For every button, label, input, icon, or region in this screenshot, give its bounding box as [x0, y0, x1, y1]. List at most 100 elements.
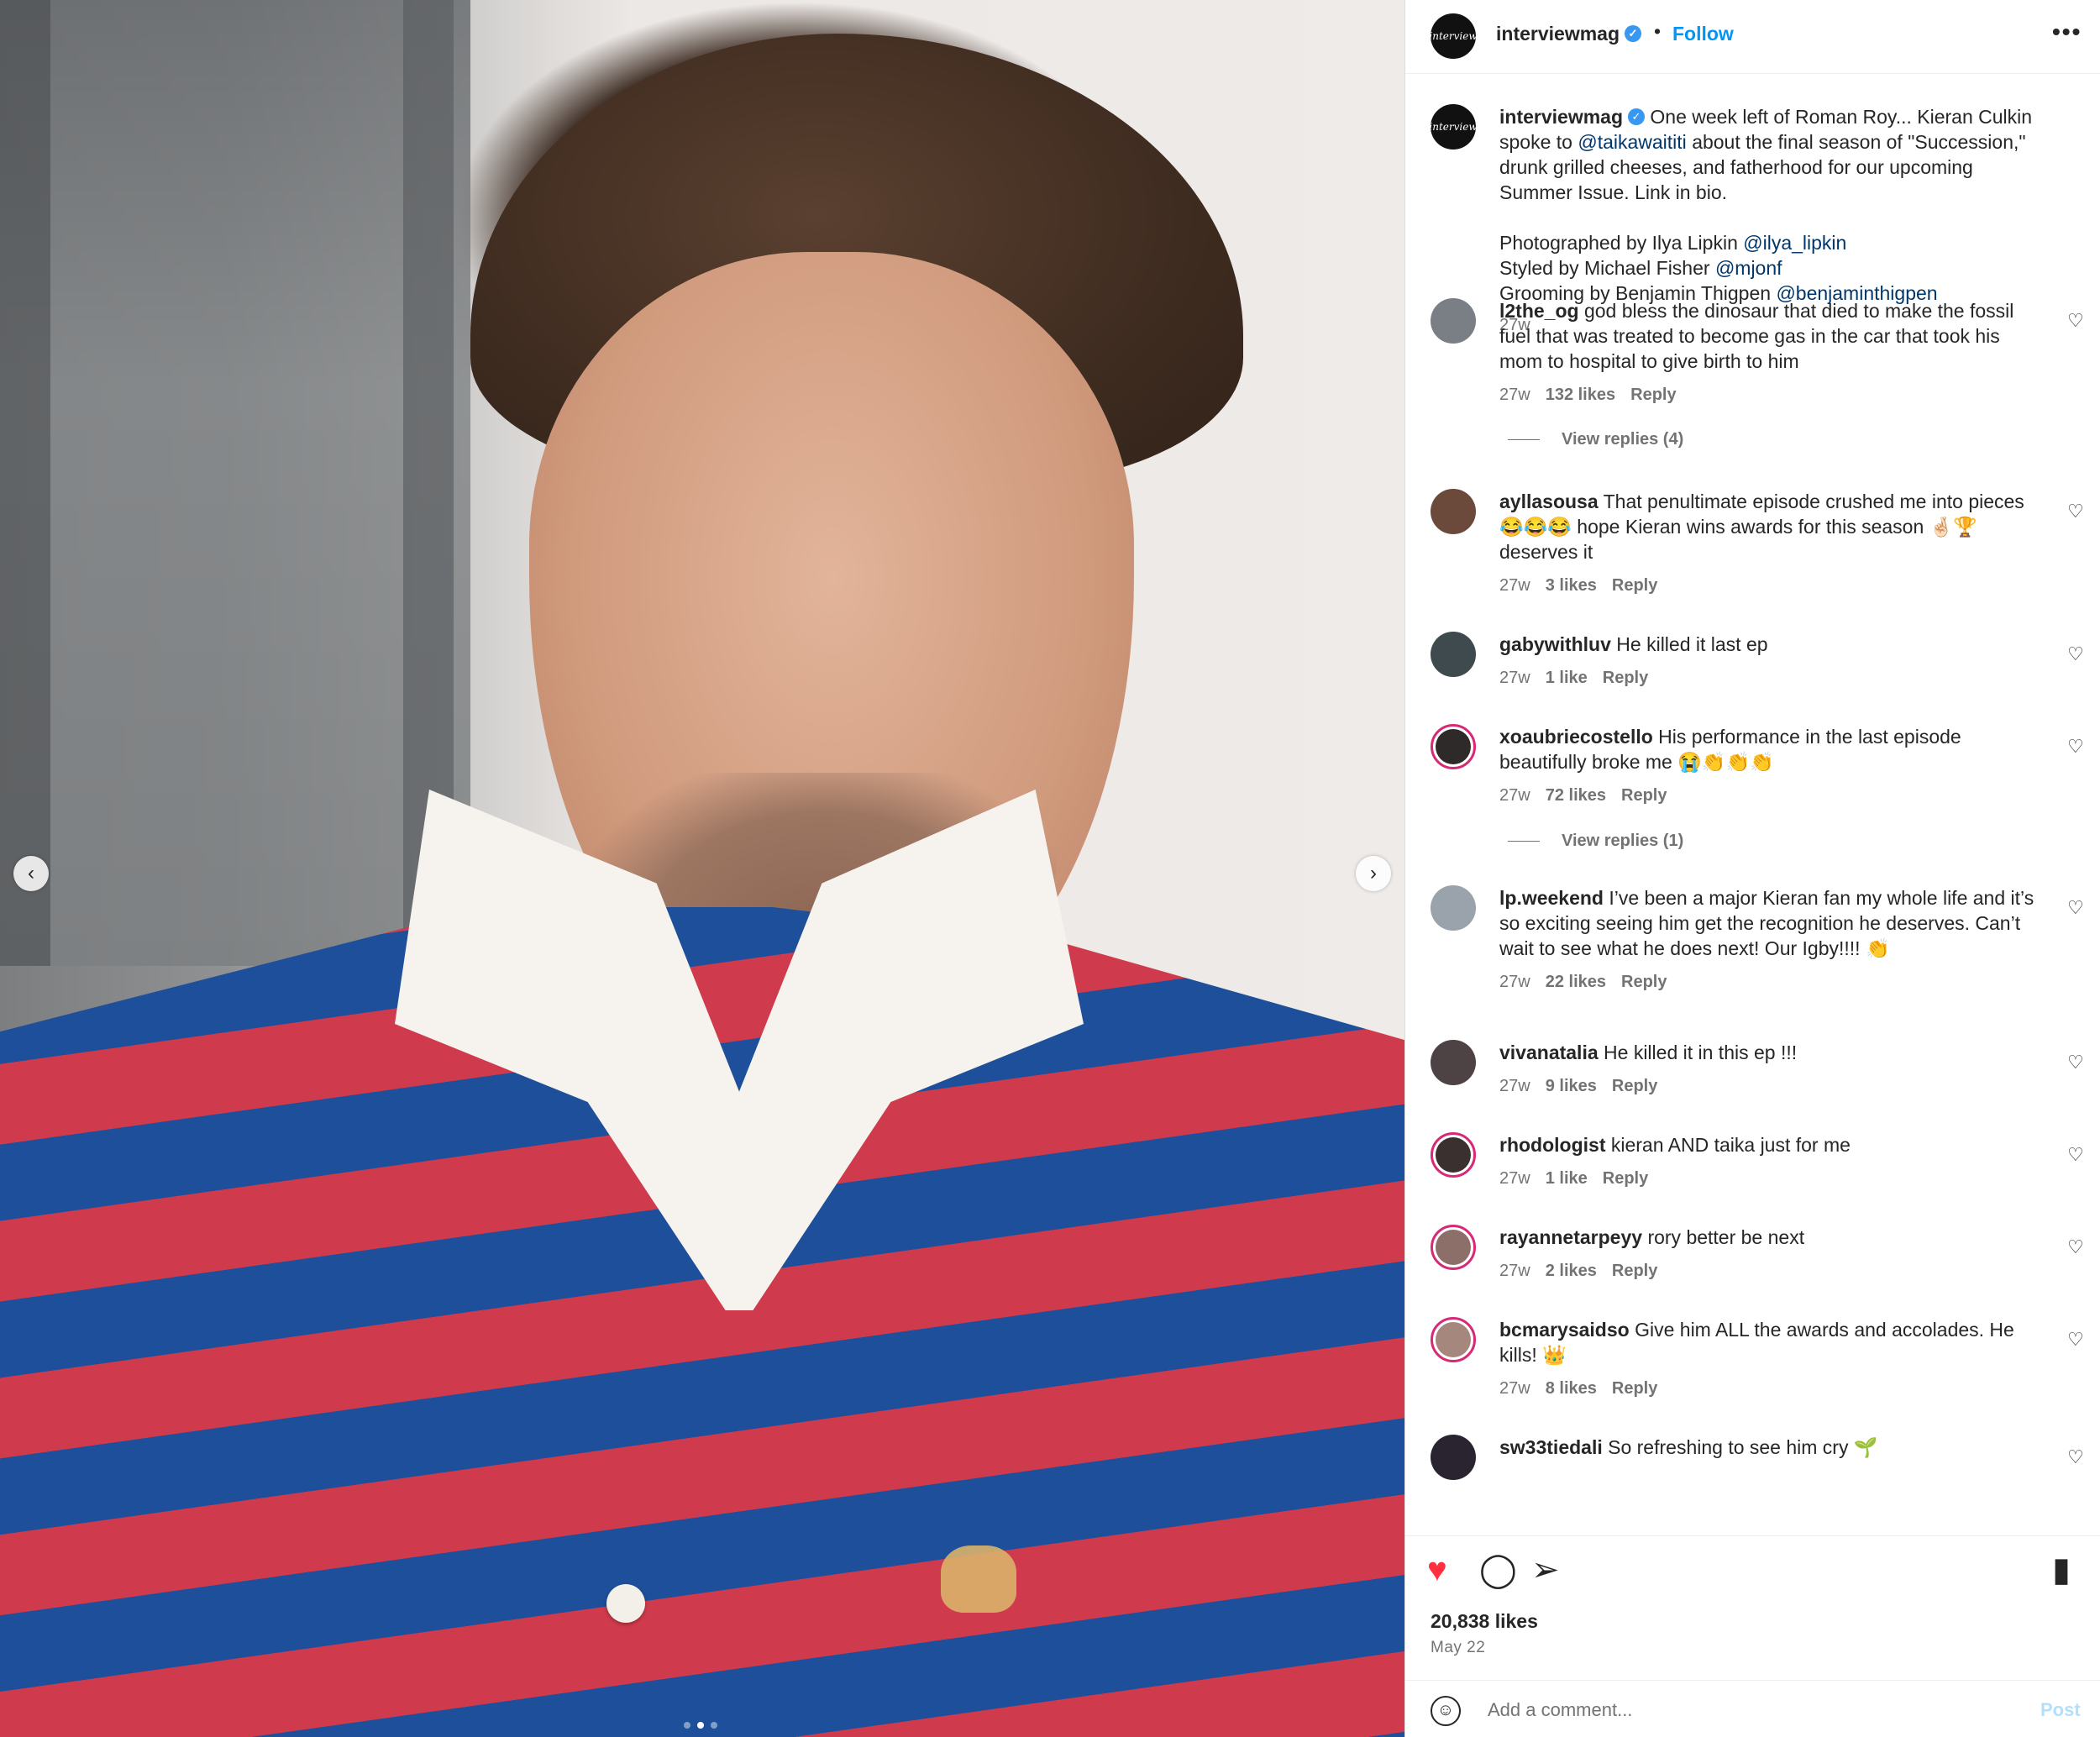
- comment-username[interactable]: lp.weekend: [1499, 887, 1604, 909]
- comment-like-count[interactable]: 132 likes: [1546, 386, 1615, 404]
- view-replies-button[interactable]: View replies (4): [1508, 430, 1683, 449]
- photo-shirt-logo: [941, 1545, 1016, 1613]
- share-send-icon[interactable]: ➢: [1531, 1553, 1560, 1587]
- comment-input[interactable]: [1486, 1694, 1960, 1726]
- comment-like-heart-icon[interactable]: ♡: [2067, 310, 2084, 332]
- comment-like-count[interactable]: 1 like: [1546, 1169, 1588, 1188]
- caption-avatar[interactable]: interview: [1431, 104, 1476, 150]
- reply-button[interactable]: Reply: [1630, 386, 1676, 404]
- comment-like-count[interactable]: 2 likes: [1546, 1262, 1597, 1280]
- reply-button[interactable]: Reply: [1621, 973, 1667, 991]
- credit-text: Photographed by Ilya Lipkin: [1499, 232, 1738, 254]
- view-replies-label: View replies (4): [1562, 430, 1684, 449]
- comment-username[interactable]: rhodologist: [1499, 1134, 1605, 1156]
- carousel-dot[interactable]: [697, 1722, 704, 1729]
- view-replies-button[interactable]: View replies (1): [1508, 832, 1683, 851]
- more-options-icon[interactable]: •••: [2052, 18, 2082, 45]
- comment-like-count[interactable]: 1 like: [1546, 669, 1588, 687]
- comment-like-heart-icon[interactable]: ♡: [2067, 501, 2084, 522]
- carousel-next-button[interactable]: ›: [1356, 856, 1391, 891]
- post-comment-button[interactable]: Post: [2040, 1699, 2081, 1721]
- commenter-avatar[interactable]: [1431, 489, 1476, 534]
- comment-body: vivanatalia He killed it in this ep !!! 2…: [1499, 1040, 2037, 1097]
- comment-time: 27w: [1499, 973, 1530, 991]
- credit-text: Styled by Michael Fisher: [1499, 257, 1710, 279]
- caption-username[interactable]: interviewmag: [1499, 106, 1623, 128]
- comment-like-heart-icon[interactable]: ♡: [2067, 1329, 2084, 1351]
- comment-like-heart-icon[interactable]: ♡: [2067, 1236, 2084, 1258]
- author-avatar[interactable]: interview: [1431, 13, 1476, 59]
- comment-like-count[interactable]: 72 likes: [1546, 786, 1606, 805]
- comment-like-heart-icon[interactable]: ♡: [2067, 1144, 2084, 1166]
- comment-body: ayllasousa That penultimate episode crus…: [1499, 489, 2037, 596]
- commenter-avatar[interactable]: [1431, 298, 1476, 344]
- comment-body: bcmarysaidso Give him ALL the awards and…: [1499, 1317, 2037, 1399]
- comment-username[interactable]: rayannetarpeyy: [1499, 1226, 1642, 1248]
- comment-time: 27w: [1499, 576, 1530, 595]
- comment-like-heart-icon[interactable]: ♡: [2067, 643, 2084, 665]
- post-photo[interactable]: ‹ ›: [0, 0, 1404, 1737]
- comment-like-heart-icon[interactable]: ♡: [2067, 1052, 2084, 1073]
- commenter-avatar[interactable]: [1431, 1132, 1476, 1178]
- reply-button[interactable]: Reply: [1612, 1379, 1657, 1398]
- comment-username[interactable]: ayllasousa: [1499, 491, 1599, 512]
- comment-meta: 27w 2 likes Reply: [1499, 1260, 2037, 1282]
- comment-like-count[interactable]: 3 likes: [1546, 576, 1597, 595]
- comments-scroll-area[interactable]: interview interviewmag ✓ One week left of…: [1405, 74, 2100, 1535]
- reply-button[interactable]: Reply: [1621, 786, 1667, 805]
- comment-like-heart-icon[interactable]: ♡: [2067, 897, 2084, 919]
- add-comment-bar: ☺ Post: [1405, 1680, 2100, 1737]
- comment-username[interactable]: bcmarysaidso: [1499, 1319, 1630, 1341]
- comment-meta: 27w 9 likes Reply: [1499, 1075, 2037, 1097]
- post-side-panel: interview interviewmag ✓ • Follow ••• int…: [1404, 0, 2100, 1737]
- mention-link[interactable]: @taikawaititi: [1578, 131, 1686, 153]
- comment-time: 27w: [1499, 1379, 1530, 1398]
- comment-like-count[interactable]: 22 likes: [1546, 973, 1606, 991]
- carousel-prev-button[interactable]: ‹: [13, 856, 49, 891]
- commenter-avatar[interactable]: [1431, 724, 1476, 769]
- chevron-left-icon: ‹: [28, 862, 34, 884]
- mention-link[interactable]: @mjonf: [1715, 257, 1782, 279]
- like-count[interactable]: 20,838 likes: [1431, 1610, 1538, 1633]
- commenter-avatar[interactable]: [1431, 885, 1476, 931]
- bookmark-icon[interactable]: ▮: [2052, 1553, 2071, 1587]
- comment-username[interactable]: sw33tiedali: [1499, 1436, 1603, 1458]
- commenter-avatar[interactable]: [1431, 1317, 1476, 1362]
- comment-like-count[interactable]: 9 likes: [1546, 1077, 1597, 1095]
- carousel-dot[interactable]: [711, 1722, 717, 1729]
- comment-username[interactable]: gabywithluv: [1499, 633, 1611, 655]
- comment-meta: 27w 3 likes Reply: [1499, 575, 2037, 596]
- reply-button[interactable]: Reply: [1603, 669, 1648, 687]
- post-actions: ♥ ◯ ➢ ▮ 20,838 likes May 22: [1405, 1535, 2100, 1680]
- comment-time: 27w: [1499, 1169, 1530, 1188]
- comment-like-heart-icon[interactable]: ♡: [2067, 736, 2084, 758]
- comment-body: sw33tiedali So refreshing to see him cry…: [1499, 1435, 2037, 1460]
- photo-background-window: [0, 0, 470, 966]
- mention-link[interactable]: @ilya_lipkin: [1743, 232, 1846, 254]
- comment-username[interactable]: vivanatalia: [1499, 1042, 1599, 1063]
- comment-body: gabywithluv He killed it last ep 27w 1 lik…: [1499, 632, 2037, 689]
- carousel-dot[interactable]: [684, 1722, 690, 1729]
- comment-time: 27w: [1499, 786, 1530, 805]
- verified-badge-icon: ✓: [1628, 108, 1645, 125]
- comment-username[interactable]: l2the_og: [1499, 300, 1579, 322]
- comment-username[interactable]: xoaubriecostello: [1499, 726, 1653, 748]
- comment-like-count[interactable]: 8 likes: [1546, 1379, 1597, 1398]
- comment-time: 27w: [1499, 386, 1530, 404]
- reply-button[interactable]: Reply: [1612, 1077, 1657, 1095]
- author-username[interactable]: interviewmag ✓: [1496, 23, 1641, 45]
- follow-button[interactable]: Follow: [1672, 23, 1734, 45]
- reply-button[interactable]: Reply: [1603, 1169, 1648, 1188]
- commenter-avatar[interactable]: [1431, 1225, 1476, 1270]
- emoji-icon[interactable]: ☺: [1431, 1696, 1461, 1726]
- commenter-avatar[interactable]: [1431, 1040, 1476, 1085]
- commenter-avatar[interactable]: [1431, 1435, 1476, 1480]
- comment-bubble-icon[interactable]: ◯: [1479, 1553, 1517, 1587]
- like-heart-icon[interactable]: ♥: [1427, 1553, 1447, 1587]
- comment-meta: 27w 72 likes Reply: [1499, 785, 2037, 806]
- reply-button[interactable]: Reply: [1612, 576, 1657, 595]
- commenter-avatar[interactable]: [1431, 632, 1476, 677]
- instagram-post-view: ‹ › interview interviewmag ✓ • Follow •••…: [0, 0, 2100, 1737]
- reply-button[interactable]: Reply: [1612, 1262, 1657, 1280]
- comment-like-heart-icon[interactable]: ♡: [2067, 1446, 2084, 1468]
